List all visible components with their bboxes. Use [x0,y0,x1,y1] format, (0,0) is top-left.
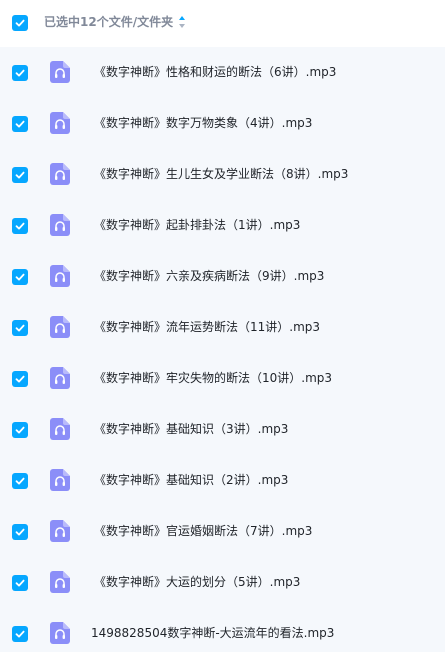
file-checkbox[interactable] [12,269,28,285]
file-checkbox[interactable] [12,167,28,183]
file-name[interactable]: 1498828504数字神断-大运流年的看法.mp3 [91,625,334,641]
file-name[interactable]: 《数字神断》大运的划分（5讲）.mp3 [94,574,300,590]
checkmark-icon [15,324,25,332]
audio-file-icon [50,163,70,185]
audio-file-icon [50,469,70,491]
file-row[interactable]: 《数字神断》生儿生女及学业断法（8讲）.mp3 [0,149,445,200]
file-row[interactable]: 《数字神断》基础知识（2讲）.mp3 [0,455,445,506]
checkmark-icon [15,477,25,485]
file-name[interactable]: 《数字神断》牢灾失物的断法（10讲）.mp3 [94,370,332,386]
checkmark-icon [15,375,25,383]
file-name[interactable]: 《数字神断》起卦排卦法（1讲）.mp3 [94,217,300,233]
selection-count-label: 已选中12个文件/文件夹 [44,15,174,29]
audio-file-icon [50,520,70,542]
checkmark-icon [15,579,25,587]
file-checkbox[interactable] [12,575,28,591]
audio-file-icon [50,112,70,134]
file-checkbox[interactable] [12,320,28,336]
checkmark-icon [15,171,25,179]
file-checkbox[interactable] [12,116,28,132]
file-row[interactable]: 《数字神断》起卦排卦法（1讲）.mp3 [0,200,445,251]
audio-file-icon [50,316,70,338]
checkmark-icon [15,69,25,77]
file-name[interactable]: 《数字神断》基础知识（3讲）.mp3 [94,421,288,437]
file-checkbox[interactable] [12,473,28,489]
checkmark-icon [15,528,25,536]
file-checkbox[interactable] [12,371,28,387]
file-row[interactable]: 《数字神断》流年运势断法（11讲）.mp3 [0,302,445,353]
checkmark-icon [15,19,25,27]
file-name[interactable]: 《数字神断》性格和财运的断法（6讲）.mp3 [94,64,336,80]
audio-file-icon [50,418,70,440]
file-row[interactable]: 《数字神断》六亲及疾病断法（9讲）.mp3 [0,251,445,302]
checkmark-icon [15,120,25,128]
audio-file-icon [50,61,70,83]
file-name[interactable]: 《数字神断》官运婚姻断法（7讲）.mp3 [94,523,312,539]
file-row[interactable]: 1498828504数字神断-大运流年的看法.mp3 [0,608,445,659]
file-row[interactable]: 《数字神断》基础知识（3讲）.mp3 [0,404,445,455]
file-list: 《数字神断》性格和财运的断法（6讲）.mp3 《数字神断》数字万物类象（4讲）.m… [0,47,445,652]
checkmark-icon [15,630,25,638]
checkmark-icon [15,426,25,434]
audio-file-icon [50,571,70,593]
file-name[interactable]: 《数字神断》流年运势断法（11讲）.mp3 [94,319,320,335]
selection-header: 已选中12个文件/文件夹 [0,0,445,46]
file-checkbox[interactable] [12,524,28,540]
file-row[interactable]: 《数字神断》官运婚姻断法（7讲）.mp3 [0,506,445,557]
audio-file-icon [50,265,70,287]
checkmark-icon [15,273,25,281]
audio-file-icon [50,214,70,236]
file-row[interactable]: 《数字神断》数字万物类象（4讲）.mp3 [0,98,445,149]
file-checkbox[interactable] [12,65,28,81]
file-checkbox[interactable] [12,218,28,234]
checkmark-icon [15,222,25,230]
sort-icon[interactable] [178,15,186,29]
file-name[interactable]: 《数字神断》生儿生女及学业断法（8讲）.mp3 [94,166,348,182]
file-row[interactable]: 《数字神断》牢灾失物的断法（10讲）.mp3 [0,353,445,404]
file-name[interactable]: 《数字神断》基础知识（2讲）.mp3 [94,472,288,488]
file-checkbox[interactable] [12,422,28,438]
file-checkbox[interactable] [12,626,28,642]
file-name[interactable]: 《数字神断》数字万物类象（4讲）.mp3 [94,115,312,131]
select-all-checkbox[interactable] [12,15,28,31]
file-name[interactable]: 《数字神断》六亲及疾病断法（9讲）.mp3 [94,268,324,284]
audio-file-icon [50,622,70,644]
file-row[interactable]: 《数字神断》大运的划分（5讲）.mp3 [0,557,445,608]
file-row[interactable]: 《数字神断》性格和财运的断法（6讲）.mp3 [0,47,445,98]
audio-file-icon [50,367,70,389]
